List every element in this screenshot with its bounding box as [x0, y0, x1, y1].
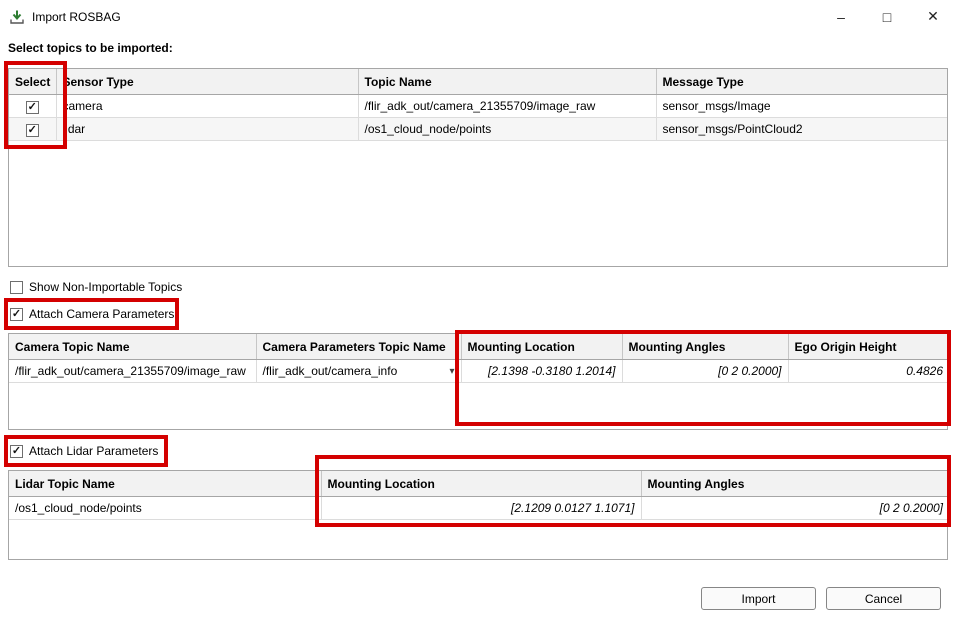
- window-title: Import ROSBAG: [32, 10, 121, 24]
- message-type-cell: sensor_msgs/Image: [656, 95, 948, 118]
- column-header-topic-name: Topic Name: [358, 69, 656, 95]
- camera-parameters-table: Camera Topic Name Camera Parameters Topi…: [8, 333, 948, 430]
- row-checkbox[interactable]: ✓: [26, 101, 39, 114]
- show-non-importable-row: Show Non-Importable Topics: [10, 280, 182, 294]
- ego-origin-height-cell[interactable]: 0.4826: [788, 360, 948, 383]
- column-header-sensor-type: Sensor Type: [56, 69, 358, 95]
- import-button[interactable]: Import: [701, 587, 816, 610]
- close-button[interactable]: ✕: [910, 0, 956, 33]
- cancel-button[interactable]: Cancel: [826, 587, 941, 610]
- topic-name-cell: /flir_adk_out/camera_21355709/image_raw: [358, 95, 656, 118]
- table-row: /flir_adk_out/camera_21355709/image_raw …: [9, 360, 948, 383]
- column-header-mounting-location: Mounting Location: [461, 334, 622, 360]
- topics-table-header-row: Select Sensor Type Topic Name Message Ty…: [9, 69, 948, 95]
- minimize-button[interactable]: –: [818, 0, 864, 33]
- camera-mounting-angles-cell[interactable]: [0 2 0.2000]: [622, 360, 788, 383]
- message-type-cell: sensor_msgs/PointCloud2: [656, 118, 948, 141]
- lidar-parameters-table: Lidar Topic Name Mounting Location Mount…: [8, 470, 948, 560]
- column-header-lidar-topic-name: Lidar Topic Name: [9, 471, 321, 497]
- camera-table-header-row: Camera Topic Name Camera Parameters Topi…: [9, 334, 948, 360]
- column-header-mounting-angles: Mounting Angles: [622, 334, 788, 360]
- lidar-mounting-angles-cell[interactable]: [0 2 0.2000]: [641, 497, 948, 520]
- sensor-type-cell: lidar: [56, 118, 358, 141]
- check-icon: ✓: [28, 124, 37, 136]
- topic-name-cell: /os1_cloud_node/points: [358, 118, 656, 141]
- topics-table: Select Sensor Type Topic Name Message Ty…: [8, 68, 948, 267]
- attach-camera-row: ✓ Attach Camera Parameters: [10, 307, 174, 321]
- column-header-camera-topic-name: Camera Topic Name: [9, 334, 256, 360]
- attach-lidar-checkbox[interactable]: ✓: [10, 445, 23, 458]
- column-header-mounting-location: Mounting Location: [321, 471, 641, 497]
- column-header-camera-parameters-topic-name: Camera Parameters Topic Name: [256, 334, 461, 360]
- column-header-select: Select: [9, 69, 56, 95]
- camera-mounting-location-cell[interactable]: [2.1398 -0.3180 1.2014]: [461, 360, 622, 383]
- lidar-table-header-row: Lidar Topic Name Mounting Location Mount…: [9, 471, 948, 497]
- attach-lidar-label: Attach Lidar Parameters: [29, 444, 158, 458]
- lidar-topic-name-cell: /os1_cloud_node/points: [9, 497, 321, 520]
- column-header-ego-origin-height: Ego Origin Height: [788, 334, 948, 360]
- titlebar: Import ROSBAG – □ ✕: [0, 0, 956, 33]
- camera-parameters-topic-dropdown[interactable]: /flir_adk_out/camera_info ▾: [256, 360, 461, 383]
- column-header-message-type: Message Type: [656, 69, 948, 95]
- table-row: ✓ lidar /os1_cloud_node/points sensor_ms…: [9, 118, 948, 141]
- lidar-mounting-location-cell[interactable]: [2.1209 0.0127 1.1071]: [321, 497, 641, 520]
- check-icon: ✓: [12, 308, 21, 320]
- attach-lidar-row: ✓ Attach Lidar Parameters: [10, 444, 158, 458]
- table-row: /os1_cloud_node/points [2.1209 0.0127 1.…: [9, 497, 948, 520]
- attach-camera-checkbox[interactable]: ✓: [10, 308, 23, 321]
- import-rosbag-icon: [9, 9, 25, 25]
- camera-topic-name-cell: /flir_adk_out/camera_21355709/image_raw: [9, 360, 256, 383]
- dropdown-arrow-icon: ▾: [449, 366, 454, 377]
- column-header-mounting-angles: Mounting Angles: [641, 471, 948, 497]
- show-non-importable-label: Show Non-Importable Topics: [29, 280, 182, 294]
- check-icon: ✓: [28, 101, 37, 113]
- sensor-type-cell: camera: [56, 95, 358, 118]
- row-checkbox[interactable]: ✓: [26, 124, 39, 137]
- show-non-importable-checkbox[interactable]: [10, 281, 23, 294]
- table-row: ✓ camera /flir_adk_out/camera_21355709/i…: [9, 95, 948, 118]
- attach-camera-label: Attach Camera Parameters: [29, 307, 174, 321]
- window-controls: – □ ✕: [818, 0, 956, 33]
- maximize-button[interactable]: □: [864, 0, 910, 33]
- check-icon: ✓: [12, 445, 21, 457]
- select-cell: ✓: [9, 95, 56, 118]
- camera-parameters-topic-value: /flir_adk_out/camera_info: [263, 364, 398, 378]
- select-topics-label: Select topics to be imported:: [8, 41, 173, 55]
- select-cell: ✓: [9, 118, 56, 141]
